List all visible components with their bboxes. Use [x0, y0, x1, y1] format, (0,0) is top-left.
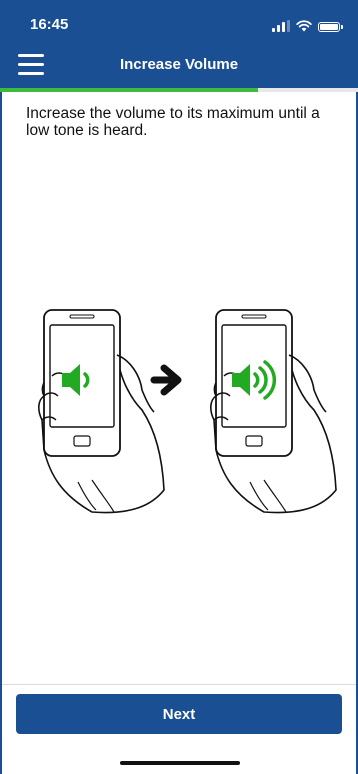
volume-illustration — [38, 309, 337, 514]
battery-icon — [318, 22, 343, 32]
header-bar: 16:45 Increase Volume — [0, 0, 358, 88]
home-indicator — [120, 761, 240, 765]
progress-bar-fill — [0, 88, 258, 92]
instruction-text: Increase the volume to its maximum until… — [26, 105, 320, 139]
status-icons — [272, 18, 343, 32]
progress-bar — [0, 88, 358, 92]
wifi-icon — [296, 20, 312, 32]
hand-phone-left — [38, 309, 165, 514]
cellular-signal-icon — [272, 20, 290, 32]
hand-phone-right — [210, 309, 337, 514]
next-button[interactable]: Next — [16, 694, 342, 734]
page-title: Increase Volume — [119, 56, 239, 73]
status-time: 16:45 — [30, 16, 69, 33]
right-arrow-icon — [150, 364, 182, 396]
footer-divider — [2, 684, 356, 685]
